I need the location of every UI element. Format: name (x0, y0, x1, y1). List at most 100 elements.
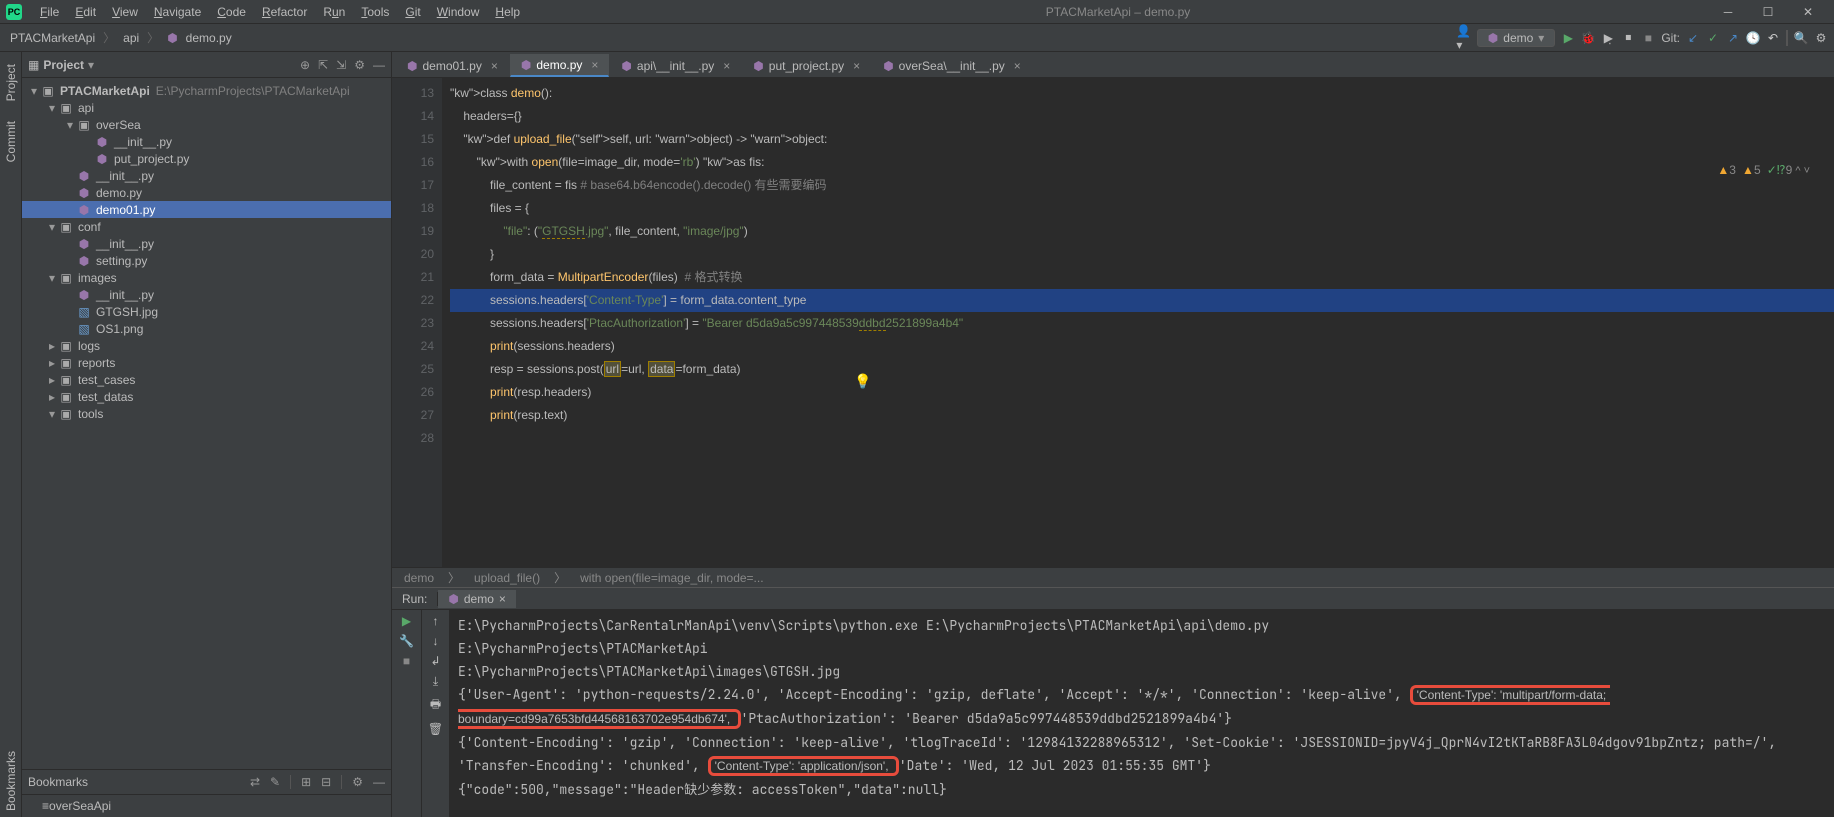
coverage-button[interactable]: ▶̣ (1601, 31, 1615, 45)
print-icon[interactable]: 🖶 (430, 695, 441, 716)
editor-tab[interactable]: ⬢demo.py× (510, 54, 610, 77)
console-output[interactable]: E:\PycharmProjects\CarRentalrManApi\venv… (450, 610, 1834, 817)
bookmarks-label[interactable]: Bookmarks (28, 775, 88, 789)
tree-row[interactable]: ⬢__init__.py (22, 235, 391, 252)
debug-button[interactable]: 🐞 (1581, 31, 1595, 45)
editor-tab[interactable]: ⬢put_project.py× (742, 55, 871, 77)
git-push-icon[interactable]: ↗ (1726, 31, 1740, 45)
tree-row[interactable]: ▸▣reports (22, 354, 391, 371)
menu-tools[interactable]: Tools (353, 3, 397, 21)
close-button[interactable]: ✕ (1788, 5, 1828, 19)
editor-tab[interactable]: ⬢api\__init__.py× (610, 55, 741, 77)
menu-view[interactable]: View (104, 3, 146, 21)
select-opened-icon[interactable]: ⊕ (300, 58, 310, 72)
toggle-icon[interactable]: ⇄ (250, 775, 260, 789)
menu-code[interactable]: Code (209, 3, 254, 21)
close-icon[interactable]: × (491, 59, 498, 73)
close-icon[interactable]: × (723, 59, 730, 73)
tree-row[interactable]: ▾▣tools (22, 405, 391, 422)
tree-row[interactable]: ⬢put_project.py (22, 150, 391, 167)
close-icon[interactable]: × (1014, 59, 1021, 73)
menu-navigate[interactable]: Navigate (146, 3, 209, 21)
tree-row[interactable]: ▧GTGSH.jpg (22, 303, 391, 320)
softwrap-icon[interactable]: ↲ (430, 654, 440, 668)
project-tool-button[interactable]: Project (2, 58, 20, 107)
git-history-icon[interactable]: 🕓 (1746, 31, 1760, 45)
tree-row[interactable]: ⬢demo01.py (22, 201, 391, 218)
settings-icon[interactable]: ⚙ (354, 58, 365, 72)
bookmark-item[interactable]: ≡ overSeaApi (22, 795, 391, 817)
code-lines[interactable]: "kw">class demo(): headers={} "kw">def u… (442, 78, 1834, 567)
crumb-statement[interactable]: with open(file=image_dir, mode=... (576, 569, 767, 587)
menu-file[interactable]: File (32, 3, 67, 21)
run-config-tab[interactable]: ⬢demo × (438, 590, 516, 608)
scrolltoend-icon[interactable]: ⤓ (433, 674, 438, 689)
collapse-icon[interactable]: ⊟ (321, 775, 331, 789)
tree-row[interactable]: ⬢setting.py (22, 252, 391, 269)
intention-bulb-icon[interactable]: 💡 (854, 373, 871, 390)
tree-row[interactable]: ⬢__init__.py (22, 167, 391, 184)
rerun-icon[interactable]: ▶ (402, 614, 411, 628)
tree-row[interactable]: ⬢demo.py (22, 184, 391, 201)
editor-tab[interactable]: ⬢overSea\__init__.py× (872, 55, 1032, 77)
crumb-method[interactable]: upload_file() (470, 569, 544, 587)
commit-tool-button[interactable]: Commit (2, 115, 20, 168)
minimize-button[interactable]: ─ (1708, 5, 1748, 19)
crumb-leaf[interactable]: demo.py (182, 31, 236, 45)
tree-row[interactable]: ▸▣test_datas (22, 388, 391, 405)
close-icon[interactable]: × (853, 59, 860, 73)
close-icon[interactable]: × (591, 58, 598, 72)
tree-row[interactable]: ▸▣test_cases (22, 371, 391, 388)
line-gutter[interactable]: 13141516171819202122232425262728 (392, 78, 442, 567)
profile-button[interactable]: ⏹ (1621, 31, 1635, 45)
tree-row[interactable]: ▾▣api (22, 99, 391, 116)
menu-edit[interactable]: Edit (67, 3, 104, 21)
crumb-root[interactable]: PTACMarketApi (6, 31, 99, 45)
git-update-icon[interactable]: ↙ (1686, 31, 1700, 45)
expand-all-icon[interactable]: ⇱ (318, 58, 328, 72)
menu-git[interactable]: Git (397, 3, 428, 21)
tree-root[interactable]: ▾▣PTACMarketApiE:\PycharmProjects\PTACMa… (22, 82, 391, 99)
git-rollback-icon[interactable]: ↶ (1766, 31, 1780, 45)
close-icon[interactable]: × (499, 592, 506, 606)
structure-breadcrumbs[interactable]: demo 〉 upload_file() 〉 with open(file=im… (392, 567, 1834, 587)
project-tree[interactable]: ▾▣PTACMarketApiE:\PycharmProjects\PTACMa… (22, 78, 391, 769)
maximize-button[interactable]: ☐ (1748, 5, 1788, 19)
search-icon[interactable]: 🔍 (1794, 31, 1808, 45)
tree-row[interactable]: ▾▣images (22, 269, 391, 286)
clear-icon[interactable]: 🗑 (428, 722, 443, 736)
tree-row[interactable]: ⬢__init__.py (22, 286, 391, 303)
stop-button[interactable]: ■ (1641, 31, 1655, 45)
tree-row[interactable]: ▾▣overSea (22, 116, 391, 133)
inspection-summary[interactable]: ▲3 ▲5 ✓⁉9 ^ ˅ (1717, 163, 1810, 177)
settings-icon[interactable]: ⚙ (1814, 31, 1828, 45)
wrench-icon[interactable]: 🔧 (399, 634, 414, 648)
edit-icon[interactable]: ✎ (270, 775, 280, 789)
hide-icon[interactable]: — (373, 775, 385, 789)
editor-tab[interactable]: ⬢demo01.py× (396, 55, 509, 77)
menu-help[interactable]: Help (487, 3, 528, 21)
expand-icon[interactable]: ⊞ (301, 775, 311, 789)
tree-row[interactable]: ⬢__init__.py (22, 133, 391, 150)
project-header-label[interactable]: Project (43, 58, 84, 72)
tree-row[interactable]: ▾▣conf (22, 218, 391, 235)
menu-window[interactable]: Window (429, 3, 488, 21)
run-config-selector[interactable]: ⬢demo (1477, 29, 1556, 47)
menu-run[interactable]: Run (315, 3, 353, 21)
up-icon[interactable]: ↑ (433, 614, 439, 628)
run-button[interactable]: ▶ (1561, 31, 1575, 45)
settings-icon[interactable]: ⚙ (352, 775, 363, 789)
bookmarks-tool-button[interactable]: Bookmarks (2, 745, 20, 817)
code-editor[interactable]: 13141516171819202122232425262728 "kw">cl… (392, 78, 1834, 567)
menu-refactor[interactable]: Refactor (254, 3, 315, 21)
crumb-mid[interactable]: api (119, 31, 143, 45)
tree-row[interactable]: ▧OS1.png (22, 320, 391, 337)
hide-icon[interactable]: — (373, 58, 385, 72)
collapse-all-icon[interactable]: ⇲ (336, 58, 346, 72)
crumb-class[interactable]: demo (400, 569, 438, 587)
stop-icon[interactable]: ■ (403, 654, 410, 668)
git-commit-icon[interactable]: ✓ (1706, 31, 1720, 45)
down-icon[interactable]: ↓ (433, 634, 439, 648)
user-icon[interactable]: 👤▾ (1457, 31, 1471, 45)
tree-row[interactable]: ▸▣logs (22, 337, 391, 354)
